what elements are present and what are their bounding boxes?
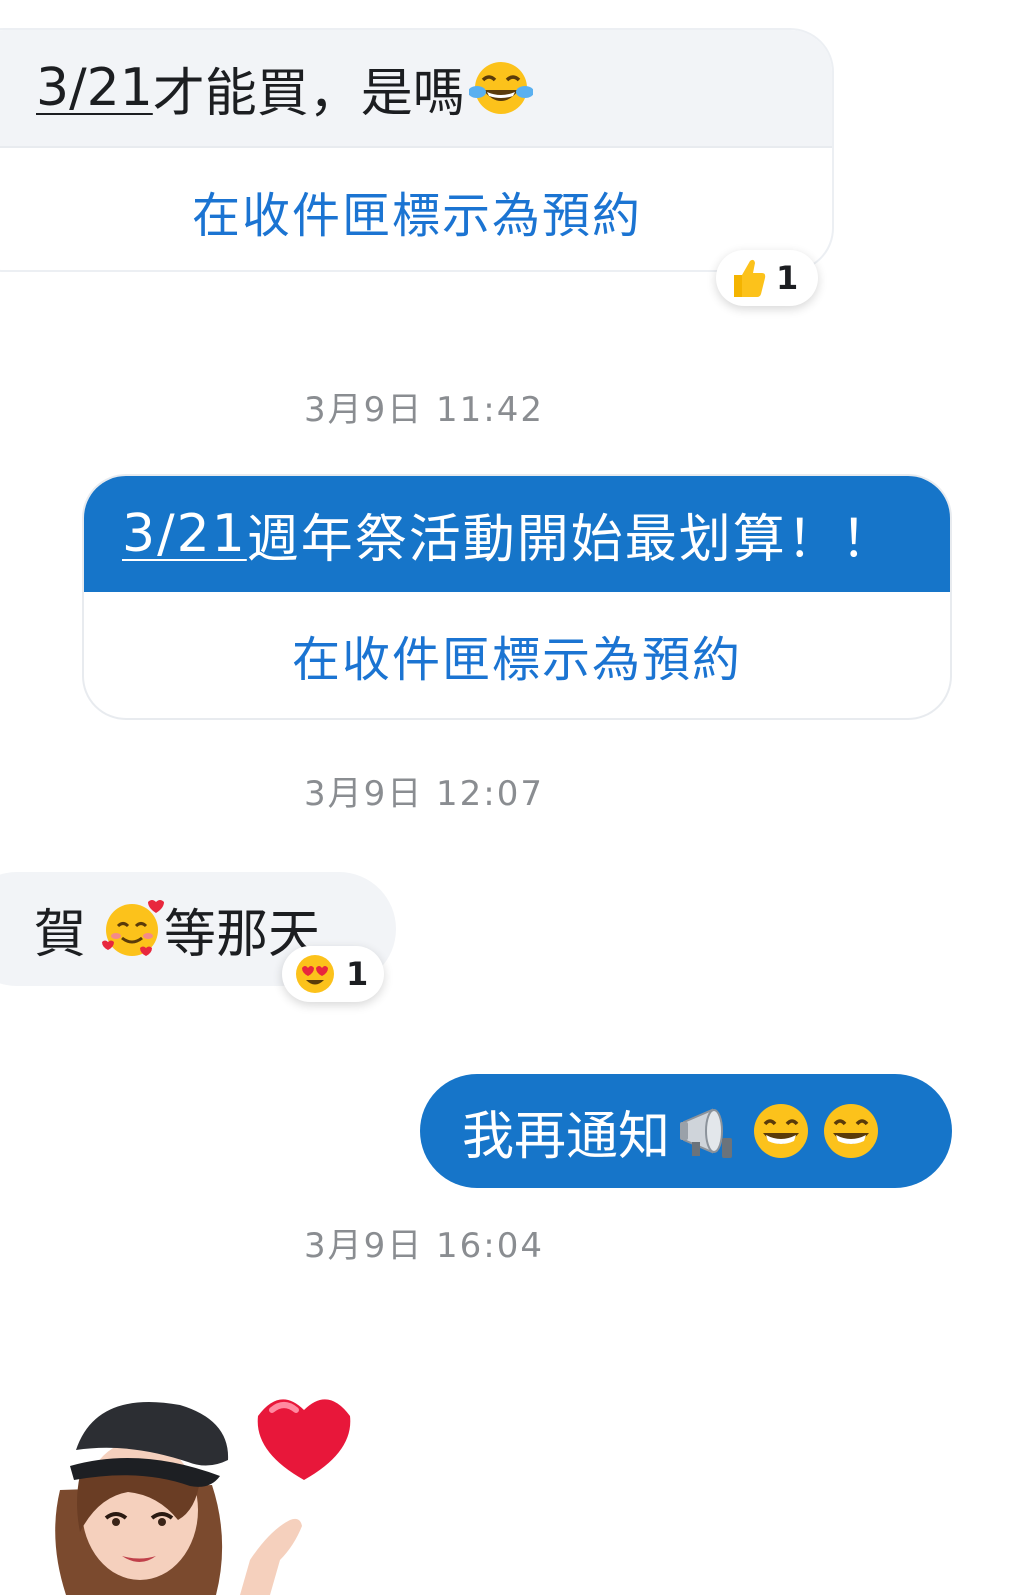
mark-as-reservation-button[interactable]: 在收件匣標示為預約 (0, 148, 832, 270)
reaction-count: 1 (346, 955, 369, 993)
tears-of-joy-emoji-icon (467, 58, 534, 118)
message-text: 賀 (34, 904, 87, 965)
chat-thread: 3/21 才能買，是嗎 在收件匣標示為預約 1 3月9日 11:42 3/21 … (0, 0, 1024, 1595)
timestamp: 3月9日 16:04 (303, 1226, 545, 1266)
reaction-badge[interactable]: 1 (282, 946, 384, 1002)
message-text: 週年祭活動開始最划算！！ (246, 509, 895, 570)
message-text: 我再通知 (462, 1106, 671, 1167)
message-text: 才能買，是嗎 (152, 63, 465, 124)
outgoing-message-card[interactable]: 3/21 週年祭活動開始最划算！！ 在收件匣標示為預約 (82, 474, 952, 720)
reaction-badge[interactable]: 1 (716, 250, 818, 306)
incoming-message-card[interactable]: 3/21 才能買，是嗎 在收件匣標示為預約 (0, 28, 834, 272)
timestamp: 3月9日 12:07 (303, 774, 545, 814)
outgoing-message-text: 3/21 週年祭活動開始最划算！！ (84, 476, 950, 592)
thumbs-up-icon (728, 257, 766, 299)
heart-eyes-icon (294, 953, 336, 995)
date-link[interactable]: 3/21 (122, 504, 247, 564)
smiling-face-with-hearts-icon (100, 898, 165, 960)
loudspeaker-icon (678, 1100, 742, 1162)
mark-as-reservation-button[interactable]: 在收件匣標示為預約 (84, 592, 950, 718)
grinning-face-icon (750, 1100, 812, 1162)
date-link[interactable]: 3/21 (36, 58, 153, 118)
grinning-face-icon (820, 1100, 882, 1162)
reaction-count: 1 (776, 259, 799, 297)
incoming-message-text: 3/21 才能買，是嗎 (0, 30, 832, 148)
timestamp: 3月9日 11:42 (303, 390, 545, 430)
avatar-sticker[interactable] (40, 1380, 360, 1595)
outgoing-message-bubble[interactable]: 我再通知 (420, 1074, 952, 1188)
